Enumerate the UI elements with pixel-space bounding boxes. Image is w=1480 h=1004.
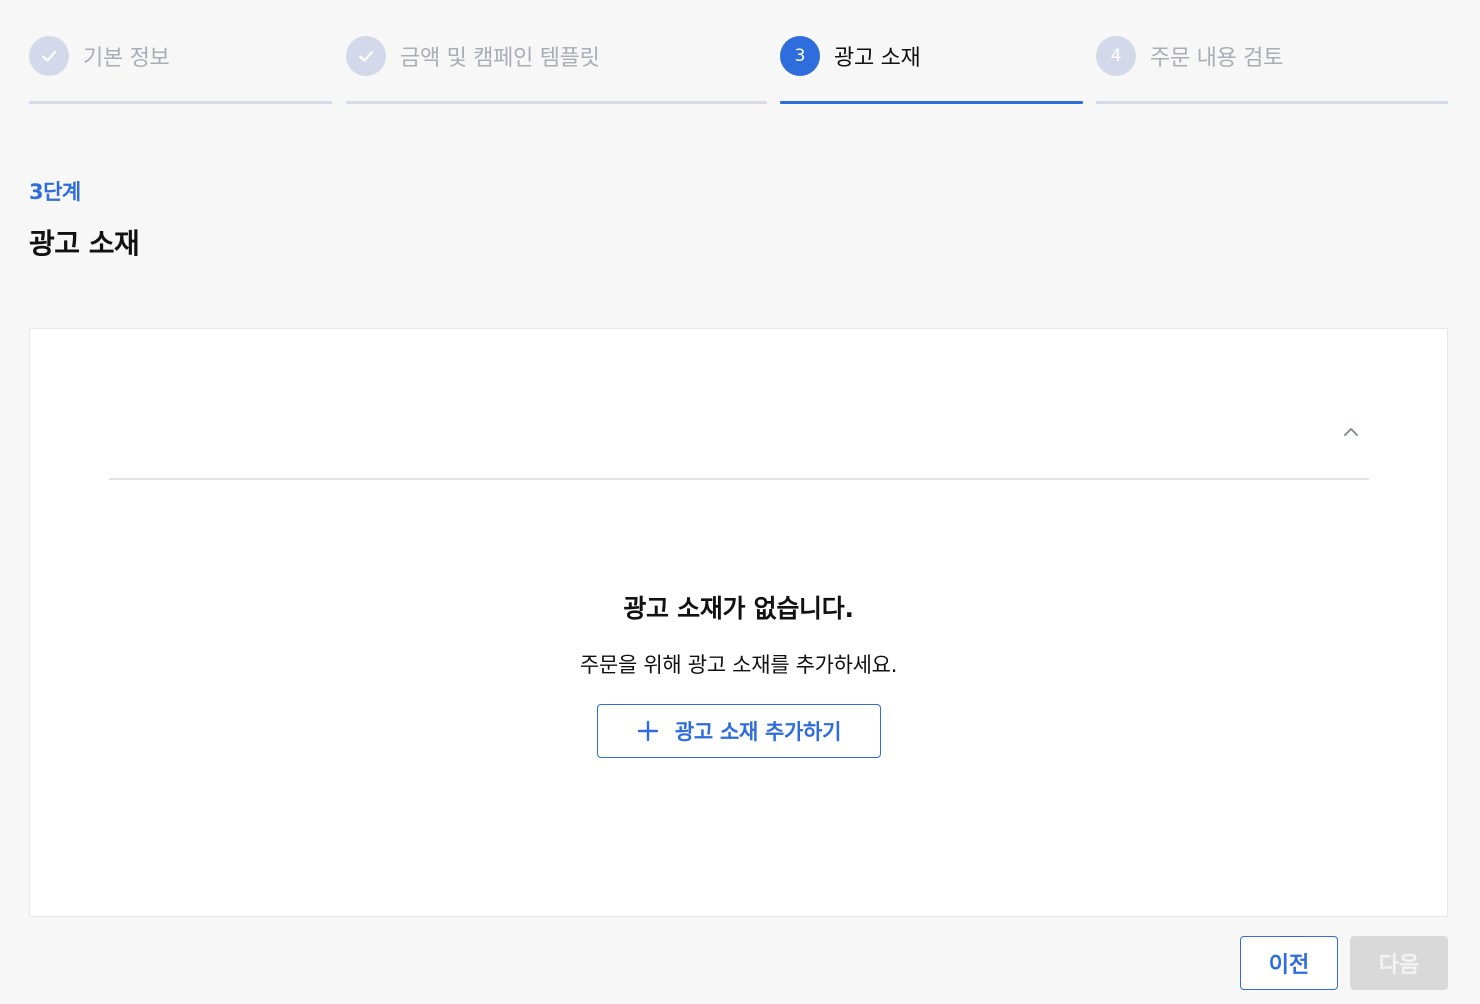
step-progress-bar xyxy=(780,101,1083,104)
step-number: 4 xyxy=(1096,36,1136,76)
step-label: 광고 소재 xyxy=(834,46,921,71)
empty-state-title: 광고 소재가 없습니다. xyxy=(623,594,854,623)
step-label: 금액 및 캠페인 템플릿 xyxy=(400,46,600,71)
next-button: 다음 xyxy=(1350,936,1448,990)
step-basic-info: 기본 정보 xyxy=(29,36,332,106)
step-progress-bar xyxy=(1096,101,1448,104)
check-icon xyxy=(29,36,69,76)
collapse-button[interactable] xyxy=(1336,417,1366,447)
add-creative-button[interactable]: 광고 소재 추가하기 xyxy=(597,704,881,758)
step-progress-bar xyxy=(29,101,332,104)
page-title: 광고 소재 xyxy=(29,227,140,260)
add-creative-button-label: 광고 소재 추가하기 xyxy=(674,720,842,744)
plus-icon xyxy=(637,720,659,742)
empty-state-description: 주문을 위해 광고 소재를 추가하세요. xyxy=(579,653,898,677)
step-order-review: 4 주문 내용 검토 xyxy=(1096,36,1448,106)
step-progress-bar xyxy=(346,101,767,104)
panel-divider xyxy=(109,478,1369,480)
chevron-up-icon xyxy=(1344,428,1358,436)
previous-button[interactable]: 이전 xyxy=(1240,936,1338,990)
check-icon xyxy=(346,36,386,76)
progress-stepper: 기본 정보 금액 및 캠페인 템플릿 3 광고 소재 4 주문 내용 검토 xyxy=(0,0,1480,110)
step-number: 3 xyxy=(780,36,820,76)
step-label: 기본 정보 xyxy=(83,46,170,71)
step-label: 주문 내용 검토 xyxy=(1150,46,1284,71)
ad-creative-panel: 광고 소재가 없습니다. 주문을 위해 광고 소재를 추가하세요. 광고 소재 … xyxy=(29,328,1448,917)
step-ad-creative: 3 광고 소재 xyxy=(780,36,1083,106)
step-index-label: 3단계 xyxy=(29,180,81,204)
step-amount-campaign-template: 금액 및 캠페인 템플릿 xyxy=(346,36,767,106)
